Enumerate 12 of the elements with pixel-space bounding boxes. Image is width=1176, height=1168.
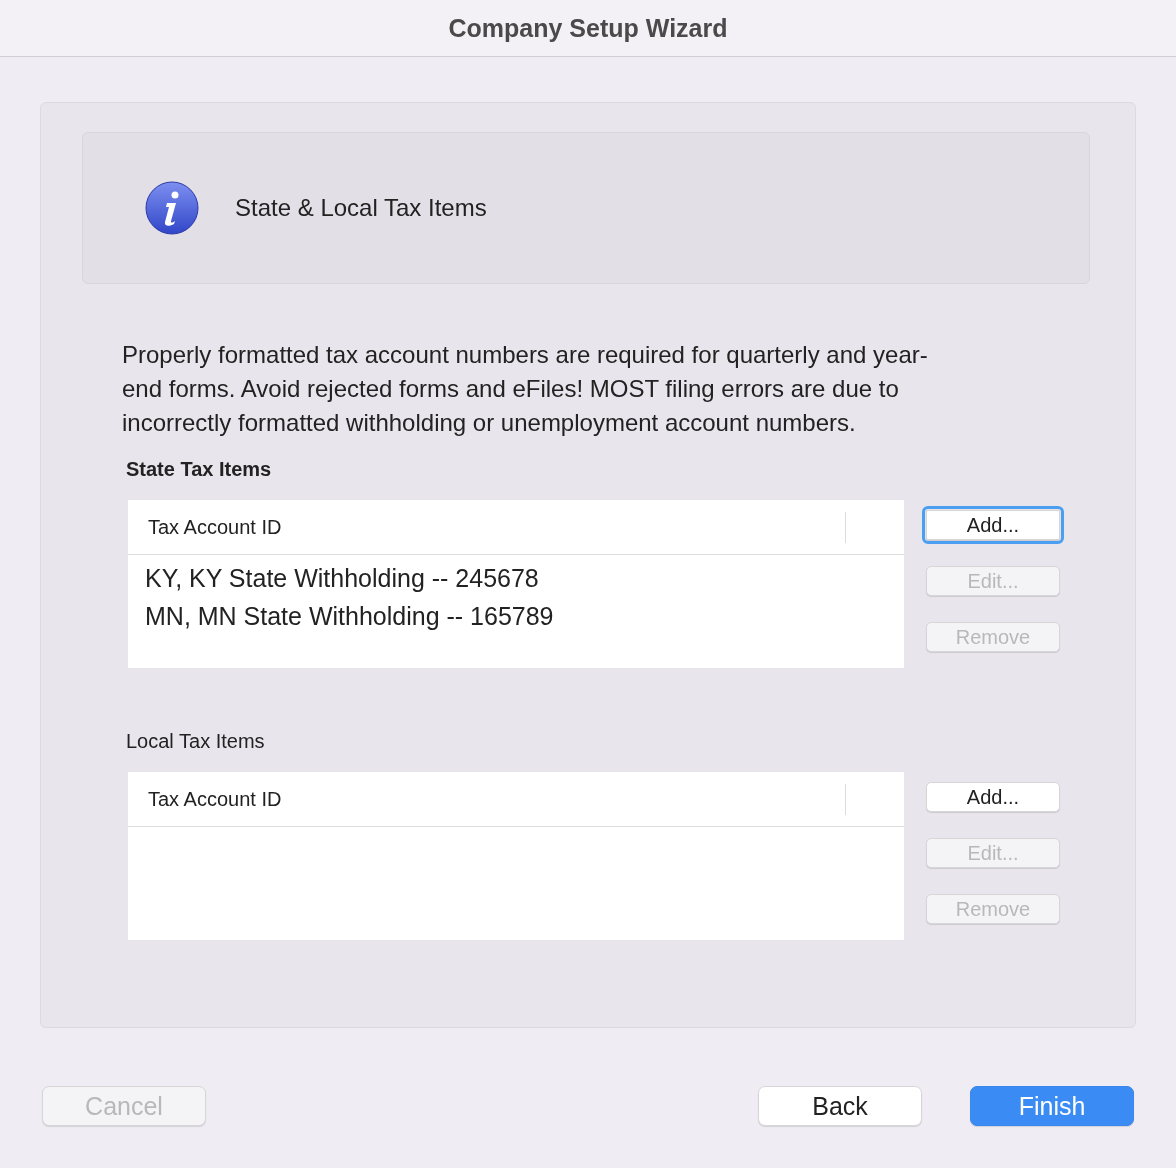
table-row[interactable]: MN, MN State Withholding -- 165789 <box>128 597 904 635</box>
add-button[interactable]: Add... <box>926 782 1060 812</box>
table-row[interactable]: KY, KY State Withholding -- 245678 <box>128 559 904 597</box>
section-label: State Tax Items <box>126 457 273 482</box>
column-header[interactable]: Tax Account ID <box>148 787 282 811</box>
column-header[interactable]: Tax Account ID <box>148 515 282 539</box>
header-title: State & Local Tax Items <box>235 194 487 222</box>
window-title: Company Setup Wizard <box>448 13 728 43</box>
back-button[interactable]: Back <box>758 1086 922 1126</box>
description-text: Properly formatted tax account numbers are required for quarterly and year-end forms. Avoid rejected forms and eFiles! MOST filing errors are due to incorrectly formatted withholding or unemployment account numbers. <box>122 340 929 438</box>
section-label: Local Tax Items <box>126 729 266 754</box>
info-icon <box>145 181 199 235</box>
